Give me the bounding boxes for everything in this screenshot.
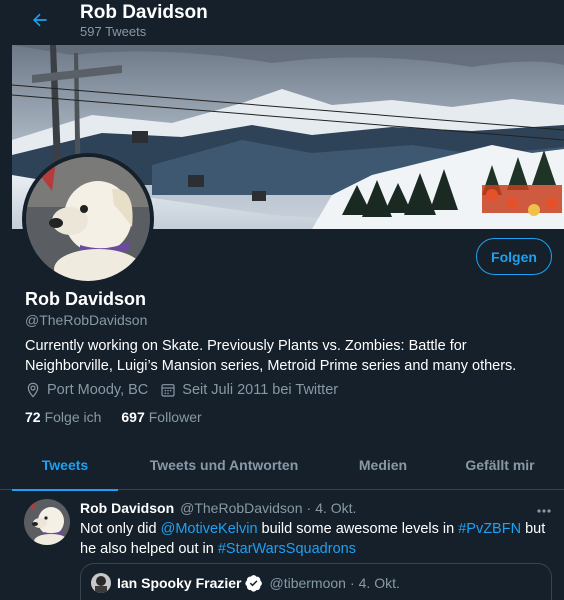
back-button[interactable]: [26, 6, 54, 34]
map-pin-icon: [27, 382, 39, 398]
verified-badge-icon: [245, 574, 263, 592]
profile-handle: @TheRobDavidson: [25, 312, 148, 328]
tweet-item[interactable]: Rob Davidson @TheRobDavidson · 4. Okt. N…: [12, 491, 564, 600]
tweet-separator-dot: ·: [306, 500, 312, 516]
top-header: Rob Davidson 597 Tweets: [0, 0, 564, 45]
followers-link[interactable]: 697 Follower: [121, 409, 201, 425]
location-text: Port Moody, BC: [47, 382, 149, 398]
followers-label: Follower: [148, 409, 202, 425]
quoted-avatar-image: [91, 573, 111, 593]
header-tweet-count: 597 Tweets: [80, 24, 147, 39]
quoted-author-handle: @tibermoon: [269, 575, 346, 591]
tweet-avatar[interactable]: [24, 499, 70, 545]
tweet-author-handle[interactable]: @TheRobDavidson: [180, 500, 302, 516]
following-link[interactable]: 72 Folge ich: [25, 409, 101, 425]
tweet-more-button[interactable]: [536, 501, 552, 519]
tweet-date[interactable]: 4. Okt.: [315, 500, 356, 516]
more-horizontal-icon: [537, 509, 551, 513]
avatar-dog-image: [26, 157, 150, 281]
tab-tweets-and-replies[interactable]: Tweets und Antworten: [118, 440, 330, 490]
tweet-header: Rob Davidson @TheRobDavidson · 4. Okt.: [80, 500, 356, 516]
following-count: 72: [25, 409, 41, 425]
calendar-icon: [161, 384, 175, 397]
quoted-tweet-header: Ian Spooky Frazier @tibermoon · 4. Okt.: [91, 573, 400, 593]
profile-joined: Seit Juli 2011 bei Twitter: [160, 382, 338, 398]
profile-avatar[interactable]: [22, 153, 154, 285]
profile-tabs: Tweets Tweets und Antworten Medien Gefäl…: [0, 440, 564, 491]
follow-stats: 72 Folge ich 697 Follower: [25, 409, 222, 425]
tab-tweets[interactable]: Tweets: [12, 440, 118, 491]
follow-button[interactable]: Folgen: [476, 238, 552, 275]
profile-location: Port Moody, BC: [25, 382, 148, 398]
tab-likes[interactable]: Gefällt mir: [436, 440, 564, 490]
tweet-hashtag-link-2[interactable]: #StarWarsSquadrons: [218, 541, 356, 557]
tweet-avatar-dog-image: [24, 499, 70, 545]
quoted-tweet-avatar: [91, 573, 111, 593]
arrow-left-icon: [33, 13, 47, 27]
tweet-text-part-2: build some awesome levels in: [257, 521, 459, 537]
tweet-text: Not only did @MotiveKelvin build some aw…: [80, 519, 550, 559]
tab-media[interactable]: Medien: [330, 440, 436, 490]
profile-meta: Port Moody, BC Seit Juli 2011 bei Twitte…: [25, 382, 350, 398]
quoted-author-name: Ian Spooky Frazier: [117, 575, 242, 591]
profile-name: Rob Davidson: [25, 289, 147, 309]
following-label: Folge ich: [44, 409, 102, 425]
followers-count: 697: [121, 409, 145, 425]
joined-text: Seit Juli 2011 bei Twitter: [182, 382, 339, 398]
profile-bio: Currently working on Skate. Previously P…: [25, 338, 517, 374]
quoted-tweet-date: 4. Okt.: [358, 575, 400, 591]
quoted-separator-dot: ·: [349, 575, 355, 591]
quoted-tweet[interactable]: Ian Spooky Frazier @tibermoon · 4. Okt.: [80, 563, 552, 600]
tweet-mention-link[interactable]: @MotiveKelvin: [161, 521, 258, 537]
tweet-author-name[interactable]: Rob Davidson: [80, 500, 174, 516]
header-title: Rob Davidson: [80, 2, 208, 23]
tweet-text-part-1: Not only did: [80, 521, 161, 537]
tweet-hashtag-link-1[interactable]: #PvZBFN: [458, 521, 521, 537]
